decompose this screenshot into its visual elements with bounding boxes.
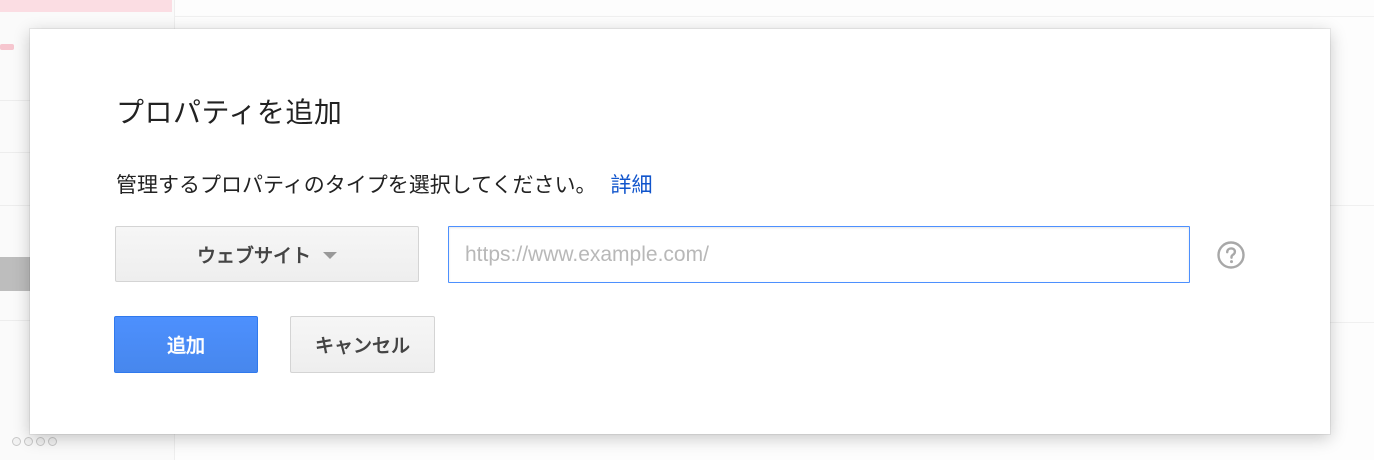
background-dots — [12, 437, 57, 446]
description-text: 管理するプロパティのタイプを選択してください。 — [116, 173, 597, 197]
dialog-description: 管理するプロパティのタイプを選択してください。 詳細 — [116, 169, 652, 199]
dropdown-arrow-icon — [323, 251, 337, 259]
property-type-dropdown[interactable]: ウェブサイト — [115, 226, 419, 282]
details-link[interactable]: 詳細 — [610, 173, 652, 197]
help-question-icon[interactable] — [1216, 240, 1246, 270]
background-tag — [0, 44, 14, 50]
add-button[interactable]: 追加 — [114, 316, 258, 373]
cancel-button[interactable]: キャンセル — [290, 316, 435, 373]
background-alert-bar — [0, 0, 172, 12]
website-url-input[interactable] — [448, 226, 1190, 283]
background-thumbnail — [0, 257, 30, 291]
property-type-selected: ウェブサイト — [196, 244, 311, 267]
dialog-title: プロパティを追加 — [116, 96, 343, 129]
background-divider — [175, 16, 1374, 17]
add-property-dialog: プロパティを追加 管理するプロパティのタイプを選択してください。 詳細 ウェブサイ… — [30, 29, 1330, 434]
